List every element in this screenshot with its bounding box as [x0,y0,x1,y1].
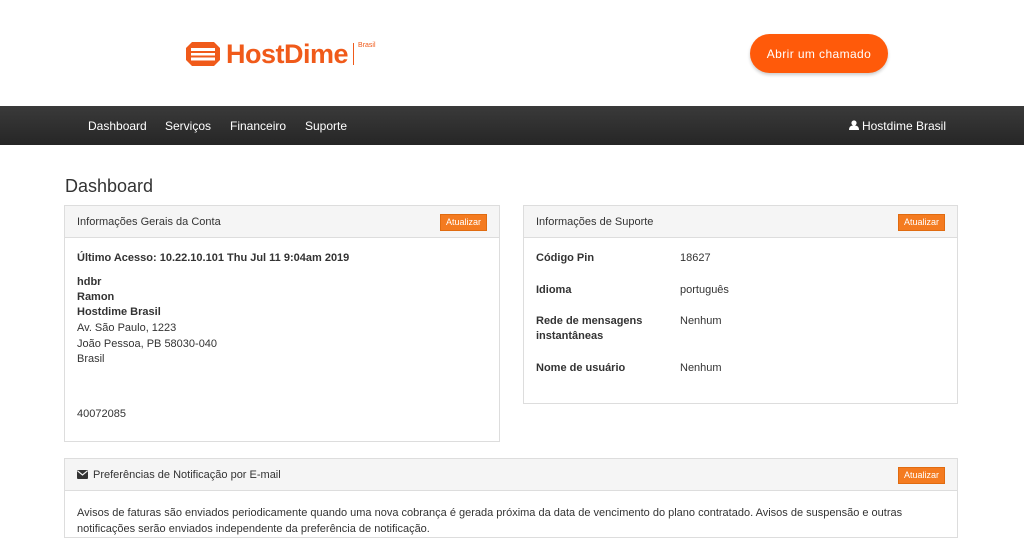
account-phone: 40072085 [77,408,126,420]
account-update-button[interactable]: Atualizar [439,214,487,231]
notification-update-button[interactable]: Atualizar [897,467,945,484]
account-address-line2: João Pessoa, PB 58030-040 [77,338,218,350]
logo-subtitle: Brasil [358,42,376,49]
logo-divider [353,43,355,65]
nav-financeiro[interactable]: Financeiro [230,119,286,133]
account-address-line1: Av. São Paulo, 1223 [77,322,177,334]
account-info-panel: Informações Gerais da Conta Atualizar Úl… [64,205,500,442]
email-notification-panel: Preferências de Notificação por E-mail A… [64,458,958,538]
user-name: Hostdime Brasil [861,119,946,133]
pin-label: Código Pin [536,252,595,264]
account-username: hdbr [77,276,102,288]
logo-text: HostDime [226,38,349,69]
nav-servicos[interactable]: Serviços [165,119,211,133]
nav-dashboard[interactable]: Dashboard [88,119,147,133]
username-value: Nenhum [680,362,722,374]
panel-title: Informações Gerais da Conta [77,216,221,228]
username-label: Nome de usuário [536,362,626,374]
hostdime-logo[interactable]: HostDime Brasil [186,39,376,69]
panel-title: Informações de Suporte [536,216,654,228]
account-company: Hostdime Brasil [77,306,161,318]
panel-title-wrap: Preferências de Notificação por E-mail [77,469,281,482]
open-ticket-button[interactable]: Abrir um chamado [750,34,888,73]
nav-suporte[interactable]: Suporte [305,119,347,133]
support-info-panel: Informações de Suporte Atualizar Código … [523,205,958,404]
panel-header: Informações Gerais da Conta Atualizar [65,206,499,238]
site-header: HostDime Brasil Abrir um chamado [0,0,1024,106]
im-network-label: Rede de mensagens instantâneas [536,315,643,342]
language-value: português [680,284,729,296]
im-network-value: Nenhum [680,315,722,327]
panel-header: Preferências de Notificação por E-mail A… [65,459,957,491]
main-navbar: Dashboard Serviços Financeiro Suporte Ho… [0,106,1024,145]
panel-header: Informações de Suporte Atualizar [524,206,957,238]
account-country: Brasil [77,353,105,365]
envelope-icon [77,470,88,482]
user-menu[interactable]: Hostdime Brasil [848,119,946,133]
pin-value: 18627 [680,252,711,264]
language-label: Idioma [536,284,572,296]
account-name: Ramon [77,291,115,303]
logo-mark-icon [186,42,220,66]
page-title: Dashboard [65,176,154,196]
user-icon [848,119,859,133]
last-access: Último Acesso: 10.22.10.101 Thu Jul 11 9… [77,252,350,264]
support-update-button[interactable]: Atualizar [897,214,945,231]
notification-description: Avisos de faturas são enviados periodica… [77,507,903,535]
panel-title: Preferências de Notificação por E-mail [93,469,281,481]
